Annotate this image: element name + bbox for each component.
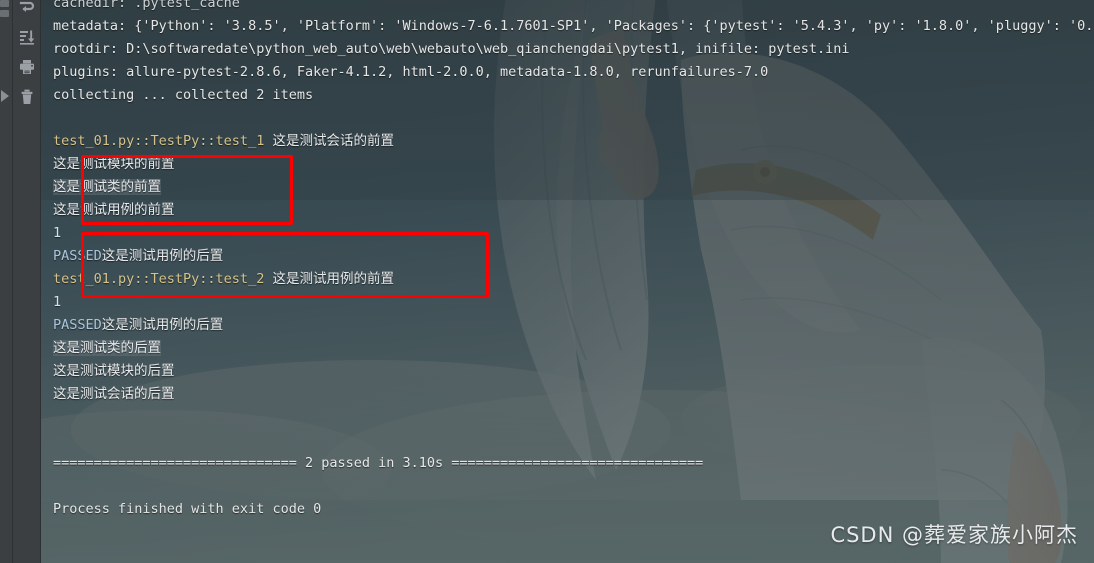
console-line: 1 — [53, 222, 1094, 245]
console-text-span: 这是测试会话的前置 — [272, 133, 394, 149]
console-text-span: 这是测试模块的后置 — [53, 363, 175, 379]
console-text-span: Process finished with exit code 0 — [53, 501, 322, 517]
console-line: 这是测试会话的后置 — [53, 383, 1094, 406]
console-line: 这是测试类的后置 — [53, 337, 1094, 360]
console-line: rootdir: D:\softwaredate\python_web_auto… — [53, 38, 1094, 61]
console-text-span: cachedir: .pytest_cache — [53, 0, 240, 11]
console-text-span: 1 — [53, 225, 62, 241]
console-line: 这是测试模块的后置 — [53, 360, 1094, 383]
console-text-span: rootdir: D:\softwaredate\python_web_auto… — [53, 41, 850, 57]
run-toolbar — [13, 0, 41, 563]
console-line: Process finished with exit code 0 — [53, 498, 1094, 521]
console-text-span: metadata: {'Python': '3.8.5', 'Platform'… — [53, 18, 1094, 34]
console-line: 这是测试用例的前置 — [53, 199, 1094, 222]
console-line: ============================== 2 passed … — [53, 452, 1094, 475]
console-text-span: 这是测试模块的前置 — [53, 156, 175, 172]
console-text-span: collecting ... collected 2 items — [53, 87, 314, 103]
console-line: cachedir: .pytest_cache — [53, 0, 1094, 15]
console-line: test_01.py::TestPy::test_2 这是测试用例的前置 — [53, 268, 1094, 291]
delete-icon[interactable] — [15, 84, 39, 110]
rail-chip-top — [0, 0, 9, 7]
console-output: cachedir: .pytest_cache metadata: {'Pytho… — [53, 0, 1094, 521]
console-line: metadata: {'Python': '3.8.5', 'Platform'… — [53, 15, 1094, 38]
console-line: PASSED这是测试用例的后置 — [53, 314, 1094, 337]
console-text-span: test_01.py::TestPy::test_1 — [53, 133, 273, 149]
console-line: collecting ... collected 2 items — [53, 84, 1094, 107]
ide-run-window: cachedir: .pytest_cache metadata: {'Pytho… — [0, 0, 1094, 563]
console-text-span: 这是测试用例的前置 — [272, 271, 394, 287]
console-line: test_01.py::TestPy::test_1 这是测试会话的前置 — [53, 130, 1094, 153]
console-text-span: PASSED — [53, 317, 102, 333]
console-text-span: 1 — [53, 294, 62, 310]
console-text-span: 这是测试类的后置 — [53, 340, 161, 356]
run-console[interactable]: cachedir: .pytest_cache metadata: {'Pytho… — [41, 0, 1094, 563]
console-text-span: 这是测试类的前置 — [53, 179, 161, 195]
console-line: 1 — [53, 291, 1094, 314]
console-text-span: plugins: allure-pytest-2.8.6, Faker-4.1.… — [53, 64, 769, 80]
console-text-span: ============================== 2 passed … — [53, 455, 704, 471]
console-text-span: 这是测试用例的前置 — [53, 202, 175, 218]
rail-chip-second — [0, 10, 9, 17]
print-icon[interactable] — [15, 54, 39, 80]
console-line: 这是测试类的前置 — [53, 176, 1094, 199]
console-text-span: PASSED — [53, 248, 102, 264]
rerun-icon[interactable] — [15, 0, 39, 20]
console-text-span: 这是测试用例的后置 — [101, 317, 224, 333]
console-text-span: test_01.py::TestPy::test_2 — [53, 271, 273, 287]
console-line: 这是测试模块的前置 — [53, 153, 1094, 176]
console-line: PASSED这是测试用例的后置 — [53, 245, 1094, 268]
console-line: plugins: allure-pytest-2.8.6, Faker-4.1.… — [53, 61, 1094, 84]
console-text-span: 这是测试用例的后置 — [101, 248, 224, 264]
expand-arrow-icon[interactable] — [1, 90, 9, 102]
console-text-span: 这是测试会话的后置 — [53, 386, 175, 402]
left-rail — [0, 0, 13, 563]
csdn-watermark: CSDN @葬爱家族小阿杰 — [830, 523, 1078, 547]
scroll-to-end-icon[interactable] — [15, 24, 39, 50]
